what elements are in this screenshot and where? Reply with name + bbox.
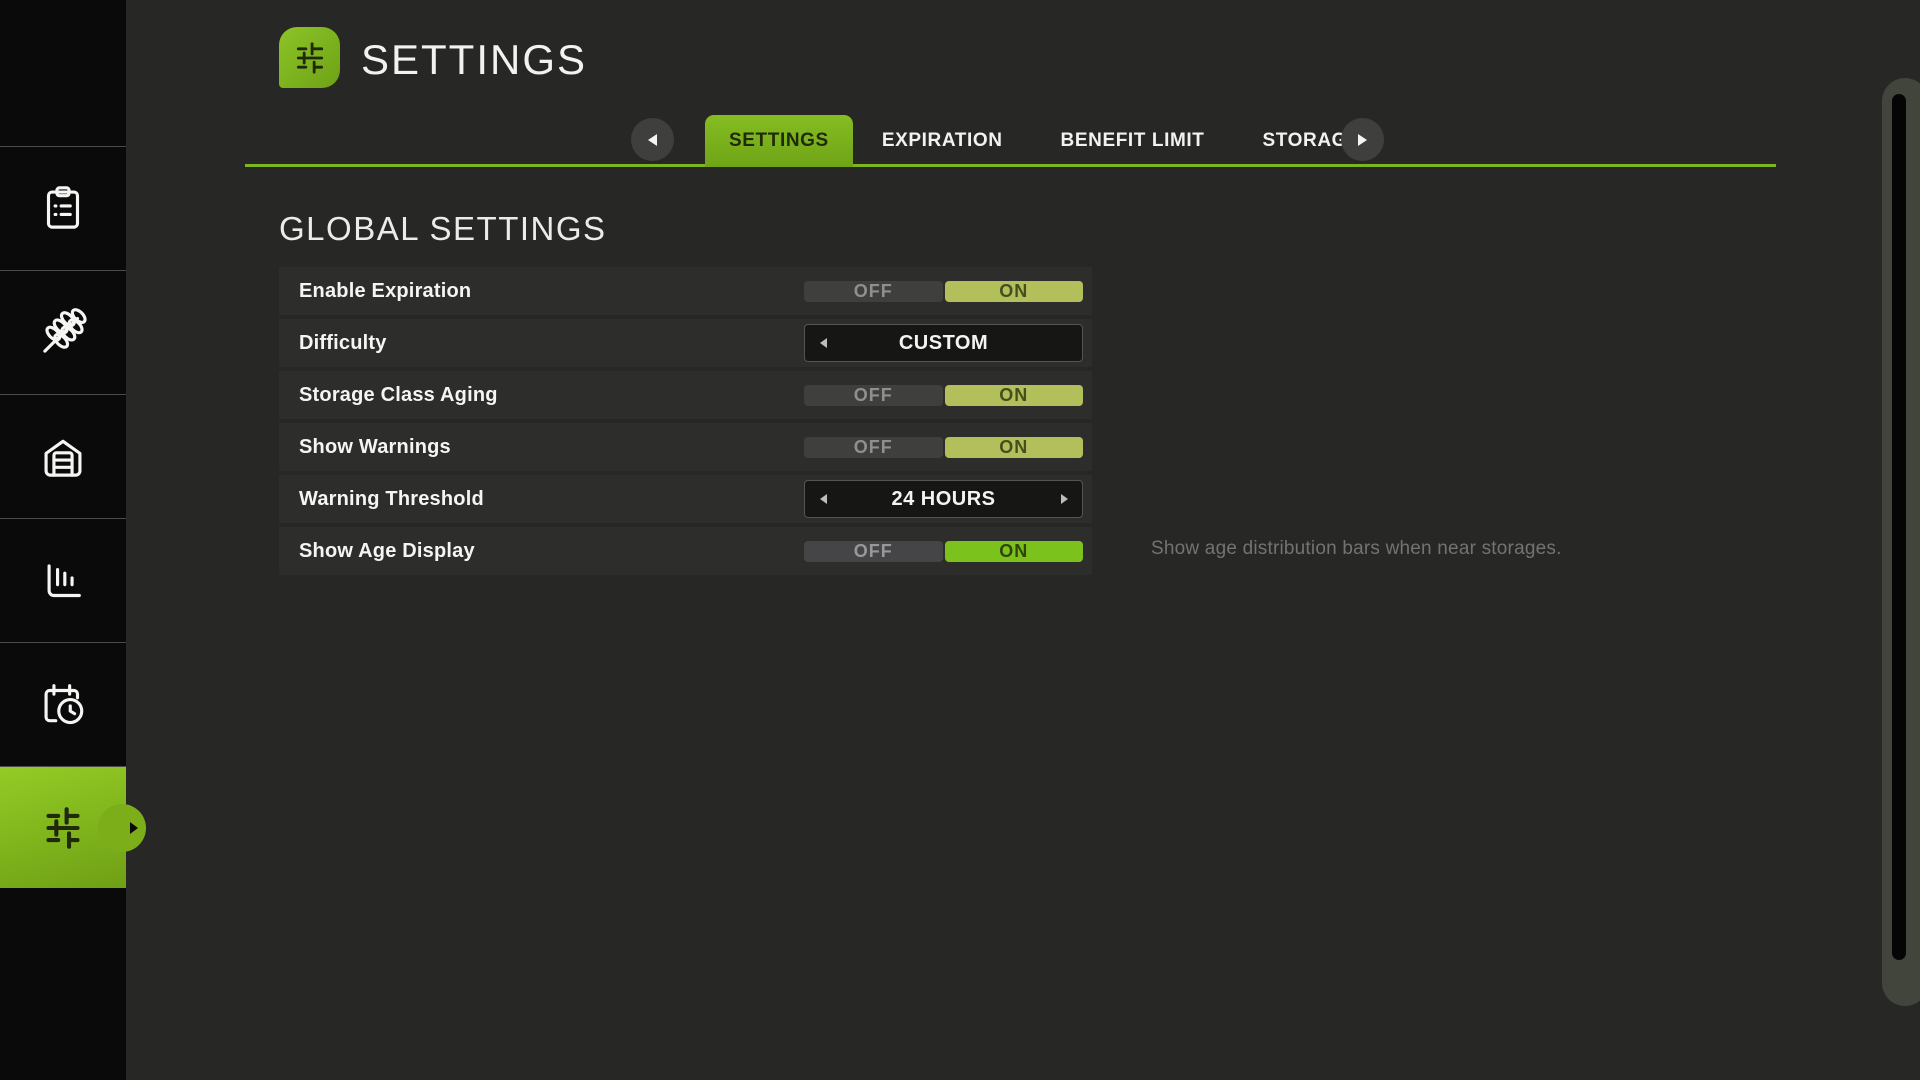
setting-help-text: Show age distribution bars when near sto… xyxy=(1151,538,1562,560)
setting-label: Enable Expiration xyxy=(299,280,471,303)
sidebar-item-storage[interactable] xyxy=(0,395,126,519)
toggle-off-button[interactable]: OFF xyxy=(804,541,943,562)
arrow-left-icon xyxy=(648,134,657,146)
sidebar-item-statistics[interactable] xyxy=(0,519,126,643)
calendar-clock-icon xyxy=(34,676,92,734)
toggle-on-button[interactable]: ON xyxy=(945,281,1084,302)
setting-label: Warning Threshold xyxy=(299,488,484,511)
selector-value: CUSTOM xyxy=(805,332,1082,355)
tab-settings[interactable]: SETTINGS xyxy=(705,115,853,167)
setting-row-storage-class-aging[interactable]: Storage Class Aging OFF ON xyxy=(279,371,1092,419)
tab-benefit-limit[interactable]: BENEFIT LIMIT xyxy=(1032,115,1234,167)
setting-label: Difficulty xyxy=(299,332,387,355)
arrow-right-icon xyxy=(1358,134,1367,146)
setting-label: Show Age Display xyxy=(299,540,475,563)
setting-label: Show Warnings xyxy=(299,436,451,459)
arrow-left-icon xyxy=(820,494,827,504)
selector-prev-button[interactable] xyxy=(817,337,829,349)
selector-value: 24 HOURS xyxy=(805,488,1082,511)
tab-bar: SETTINGS EXPIRATION BENEFIT LIMIT STORAG… xyxy=(245,115,1776,167)
wheat-icon xyxy=(34,304,92,362)
sliders-icon xyxy=(34,799,92,857)
setting-row-enable-expiration[interactable]: Enable Expiration OFF ON xyxy=(279,267,1092,315)
toggle-on-button[interactable]: ON xyxy=(945,541,1084,562)
toggle-off-button[interactable]: OFF xyxy=(804,437,943,458)
barn-icon xyxy=(34,428,92,486)
toggle-on-button[interactable]: ON xyxy=(945,385,1084,406)
sliders-icon xyxy=(290,38,330,78)
sidebar-item-schedule[interactable] xyxy=(0,643,126,767)
tabs-next-button[interactable] xyxy=(1341,118,1384,161)
sidebar-item-crops[interactable] xyxy=(0,271,126,395)
toggle-enable-expiration: OFF ON xyxy=(804,274,1083,308)
sidebar-spacer xyxy=(0,0,126,147)
arrow-right-icon xyxy=(1061,494,1068,504)
toggle-show-warnings: OFF ON xyxy=(804,430,1083,464)
clipboard-list-icon xyxy=(34,180,92,238)
toggle-on-button[interactable]: ON xyxy=(945,437,1084,458)
toggle-off-button[interactable]: OFF xyxy=(804,281,943,302)
sidebar-item-overview[interactable] xyxy=(0,147,126,271)
section-title: GLOBAL SETTINGS xyxy=(279,210,607,248)
sidebar xyxy=(0,0,126,1080)
arrow-left-icon xyxy=(820,338,827,348)
active-pointer-icon xyxy=(130,822,138,834)
setting-row-show-warnings[interactable]: Show Warnings OFF ON xyxy=(279,423,1092,471)
tabs: SETTINGS EXPIRATION BENEFIT LIMIT STORAG… xyxy=(705,115,1389,167)
sidebar-item-settings[interactable] xyxy=(0,767,126,888)
selector-prev-button[interactable] xyxy=(817,493,829,505)
setting-row-warning-threshold[interactable]: Warning Threshold 24 HOURS xyxy=(279,475,1092,523)
settings-app-icon xyxy=(279,27,340,88)
selector-warning-threshold: 24 HOURS xyxy=(804,480,1083,518)
settings-rows: Enable Expiration OFF ON Difficulty CUST… xyxy=(279,267,1092,579)
selector-difficulty: CUSTOM xyxy=(804,324,1083,362)
tab-expiration[interactable]: EXPIRATION xyxy=(853,115,1032,167)
toggle-storage-class-aging: OFF ON xyxy=(804,378,1083,412)
toggle-show-age-display: OFF ON xyxy=(804,534,1083,568)
scrollbar-track xyxy=(1882,78,1920,1006)
setting-row-difficulty[interactable]: Difficulty CUSTOM xyxy=(279,319,1092,367)
toggle-off-button[interactable]: OFF xyxy=(804,385,943,406)
tabs-prev-button[interactable] xyxy=(631,118,674,161)
page-title: SETTINGS xyxy=(361,36,587,84)
scrollbar-thumb[interactable] xyxy=(1892,94,1906,960)
bar-chart-icon xyxy=(34,552,92,610)
selector-next-button[interactable] xyxy=(1058,493,1070,505)
setting-row-show-age-display[interactable]: Show Age Display OFF ON xyxy=(279,527,1092,575)
setting-label: Storage Class Aging xyxy=(299,384,498,407)
